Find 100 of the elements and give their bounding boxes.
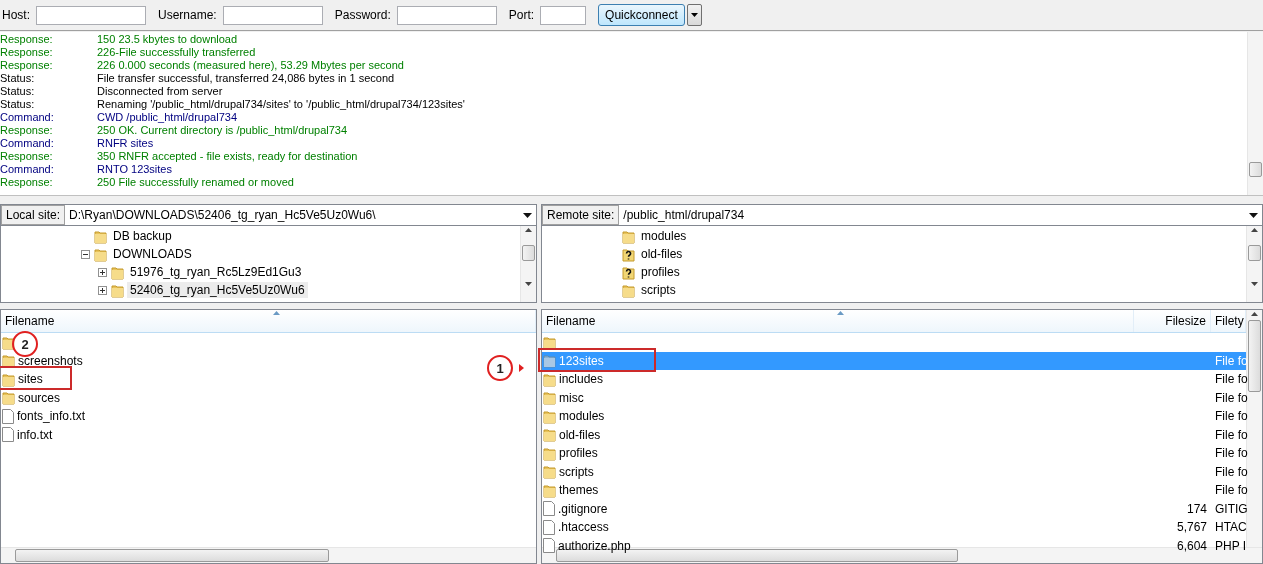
file-row[interactable]: includes File fo [542, 370, 1246, 389]
file-row[interactable]: misc File fo [542, 388, 1246, 407]
file-size: 6,604 [1176, 538, 1207, 553]
scrollbar-thumb[interactable] [522, 245, 535, 261]
tree-item[interactable]: scripts [638, 282, 679, 298]
file-size: 5,767 [1176, 520, 1207, 535]
scrollbar-thumb[interactable] [1249, 162, 1262, 177]
file-name: authorize.php [558, 538, 631, 553]
file-row[interactable]: authorize.php 6,604 PHP I [542, 536, 1246, 555]
file-row[interactable]: info.txt [1, 425, 53, 444]
unknown-folder-icon [622, 264, 635, 280]
folder-icon [543, 445, 556, 461]
log-message: 350 RNFR accepted - file exists, ready for destination [97, 150, 359, 163]
file-name: sites [18, 372, 43, 387]
file-type: File fo [1215, 372, 1248, 387]
site-label: Local site: [1, 205, 66, 225]
caret-icon [690, 13, 698, 17]
file-row[interactable]: modules File fo [542, 407, 1246, 426]
file-type: File fo [1215, 483, 1248, 498]
folder-icon [111, 282, 124, 298]
collapse-toggle[interactable] [81, 249, 90, 259]
expand-toggle[interactable] [98, 267, 107, 277]
scroll-down-arrow[interactable] [525, 282, 532, 286]
file-row[interactable]: old-files File fo [542, 425, 1246, 444]
path-combobox[interactable]: D:\Ryan\DOWNLOADS\52406_tg_ryan_Hc5Ve5Uz0Wu6\ [65, 205, 536, 225]
tree-item[interactable]: DOWNLOADS [110, 246, 195, 262]
file-type: File fo [1215, 409, 1248, 424]
file-row[interactable]: .gitignore 174 GITIG [542, 499, 1246, 518]
folder-icon [543, 464, 556, 480]
tree-item[interactable]: profiles [638, 264, 683, 280]
log-message: 150 23.5 kbytes to download [97, 33, 239, 46]
log-message: 250 File successfully renamed or moved [97, 176, 295, 189]
dropdown-arrow-icon[interactable] [523, 212, 532, 218]
scrollbar-thumb[interactable] [15, 549, 329, 562]
path-combobox[interactable]: /public_html/drupal734 [619, 205, 1262, 225]
file-row[interactable]: .htaccess 5,767 HTAC [542, 518, 1246, 537]
log-message: File transfer successful, transferred 24,086 bytes in 1 second [97, 72, 396, 85]
input-field[interactable] [36, 5, 146, 25]
log-message: RNTO 123sites [97, 163, 173, 176]
folder-icon [2, 334, 15, 350]
file-size: 174 [1186, 501, 1207, 516]
tree-item[interactable]: 51976_tg_ryan_Rc5Lz9Ed1Gu3 [127, 264, 305, 280]
tree-item[interactable]: modules [638, 228, 690, 244]
file-name: .htaccess [558, 520, 609, 535]
column-header[interactable]: Filesize [1134, 310, 1211, 332]
file-type: File fo [1215, 390, 1248, 405]
log-type: Status: [0, 98, 36, 111]
file-name: profiles [559, 446, 598, 461]
field-label: Port: [508, 8, 535, 22]
file-type: File fo [1215, 427, 1248, 442]
field-label: Username: [158, 8, 217, 22]
file-row[interactable]: sources [1, 388, 61, 407]
folder-icon [622, 282, 635, 298]
log-type: Command: [0, 163, 55, 176]
log-message: 226-File successfully transferred [97, 46, 257, 59]
input-field[interactable] [396, 5, 497, 25]
quickconnect-button[interactable]: Quickconnect [598, 4, 685, 26]
file-name: themes [559, 483, 599, 498]
log-type: Response: [0, 176, 54, 189]
scroll-up-arrow[interactable] [525, 228, 532, 232]
log-type: Status: [0, 72, 36, 85]
file-row[interactable]: themes File fo [542, 481, 1246, 500]
field-label: Password: [334, 8, 391, 22]
file-row[interactable]: sites [1, 370, 43, 389]
input-field[interactable] [540, 5, 587, 25]
file-row[interactable]: profiles File fo [542, 444, 1246, 463]
file-name: includes [559, 372, 604, 387]
log-type: Command: [0, 111, 55, 124]
dropdown-button[interactable] [686, 4, 702, 26]
sort-caret-icon [837, 311, 844, 315]
file-type: PHP I [1215, 538, 1247, 553]
log-message: RNFR sites [97, 137, 155, 150]
file-type: GITIG [1215, 501, 1248, 516]
log-type: Response: [0, 124, 54, 137]
tree-item[interactable]: DB backup [110, 228, 175, 244]
log-type: Response: [0, 46, 54, 59]
tree-item[interactable]: 52406_tg_ryan_Hc5Ve5Uz0Wu6 [127, 282, 308, 298]
file-row[interactable]: scripts File fo [542, 462, 1246, 481]
tree-item[interactable]: old-files [638, 246, 686, 262]
scroll-down-arrow[interactable] [1251, 282, 1258, 286]
scroll-up-arrow[interactable] [1251, 228, 1258, 232]
file-name: fonts_info.txt [17, 409, 86, 424]
file-name: old-files [559, 427, 601, 442]
callout-number: 2 [12, 331, 38, 357]
log-type: Response: [0, 59, 54, 72]
log-message: Renaming '/public_html/drupal734/sites' to '/public_html/drupal734/123sites' [97, 98, 466, 111]
expand-toggle[interactable] [98, 285, 107, 295]
input-field[interactable] [222, 5, 323, 25]
scroll-up-arrow[interactable] [1251, 312, 1258, 316]
folder-icon [2, 371, 15, 387]
callout-arrow-icon [519, 364, 524, 372]
dropdown-arrow-icon[interactable] [1249, 212, 1258, 218]
log-type: Status: [0, 85, 36, 98]
folder-icon [94, 228, 107, 244]
file-row[interactable]: fonts_info.txt [1, 407, 86, 426]
folder-icon [622, 228, 635, 244]
folder-icon [543, 334, 556, 350]
log-message: 226 0.000 seconds (measured here), 53.29 Mbytes per second [97, 59, 405, 72]
scrollbar-thumb[interactable] [1248, 245, 1261, 261]
scrollbar-thumb[interactable] [1248, 320, 1261, 392]
